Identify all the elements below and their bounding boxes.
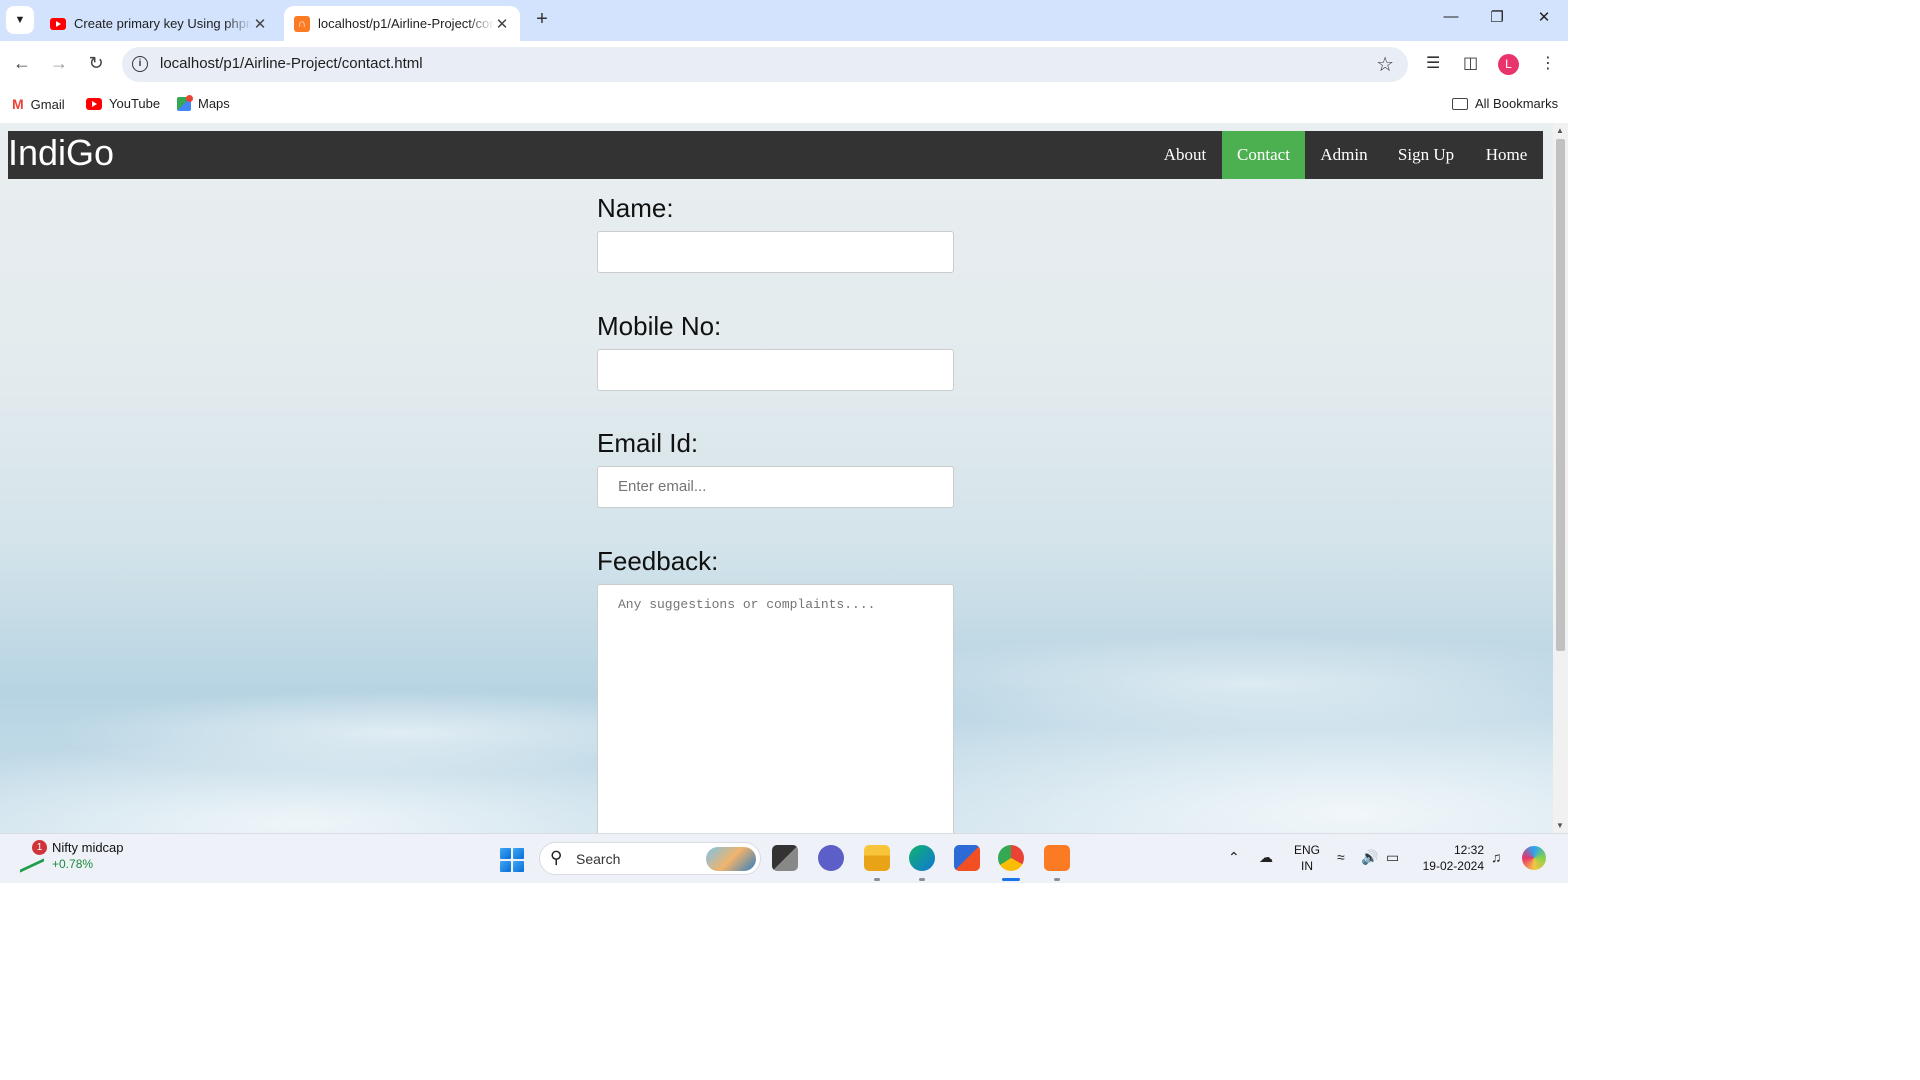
- new-tab-button[interactable]: +: [532, 8, 552, 31]
- email-field[interactable]: Enter email...: [597, 466, 954, 508]
- tab-title: localhost/p1/Airline-Project/contact.htm…: [318, 16, 494, 31]
- url-text[interactable]: localhost/p1/Airline-Project/contact.htm…: [160, 55, 423, 72]
- tab-search-button[interactable]: ▼: [6, 6, 34, 34]
- running-indicator: [919, 878, 925, 881]
- mobile-field[interactable]: [597, 349, 954, 391]
- edge-icon[interactable]: [909, 845, 935, 871]
- menu-kebab-icon[interactable]: ⋮: [1540, 53, 1556, 73]
- widget-title: Nifty midcap: [52, 840, 124, 855]
- widget-change: +0.78%: [52, 857, 94, 871]
- nav-home[interactable]: Home: [1470, 131, 1543, 179]
- nav-contact[interactable]: Contact: [1222, 131, 1305, 179]
- xampp-icon[interactable]: [1044, 845, 1070, 871]
- scroll-up-arrow-icon[interactable]: ▲: [1556, 126, 1564, 135]
- bookmark-label: YouTube: [109, 96, 161, 111]
- back-button[interactable]: ←: [10, 53, 34, 74]
- bookmark-gmail[interactable]: M Gmail: [12, 96, 65, 112]
- folder-icon: [1452, 97, 1468, 110]
- name-field[interactable]: [597, 231, 954, 273]
- site-info-icon[interactable]: i: [132, 56, 148, 72]
- search-highlight-image: [706, 847, 756, 871]
- restore-button[interactable]: ❐: [1482, 8, 1512, 26]
- stock-widget[interactable]: 1 Nifty midcap +0.78%: [20, 840, 124, 873]
- feedback-textarea[interactable]: Any suggestions or complaints....: [597, 584, 954, 833]
- search-icon: ⚲: [550, 848, 563, 867]
- file-explorer-icon[interactable]: [864, 845, 890, 871]
- chevron-up-icon[interactable]: ⌃: [1228, 849, 1240, 866]
- bookmark-youtube[interactable]: YouTube: [86, 96, 160, 111]
- task-view-icon[interactable]: [772, 845, 798, 871]
- wifi-icon[interactable]: ≈: [1337, 849, 1345, 865]
- nav-sign-up[interactable]: Sign Up: [1384, 131, 1468, 179]
- name-label: Name:: [597, 193, 674, 223]
- email-label: Email Id:: [597, 428, 699, 458]
- bookmark-label: Maps: [198, 96, 230, 111]
- browser-toolbar: ← → ↻ i localhost/p1/Airline-Project/con…: [0, 41, 1568, 88]
- store-icon[interactable]: [954, 845, 980, 871]
- browser-tab-strip: ▼ Create primary key Using phpmyadmin ✕ …: [0, 0, 1568, 41]
- address-bar[interactable]: i localhost/p1/Airline-Project/contact.h…: [122, 47, 1408, 82]
- chrome-icon[interactable]: [998, 845, 1024, 871]
- all-bookmarks-button[interactable]: All Bookmarks: [1452, 96, 1558, 111]
- site-navbar: IndiGo About Contact Admin Sign Up Home: [8, 131, 1543, 179]
- windows-taskbar: 1 Nifty midcap +0.78% ⚲ Search ⌃ ☁ ENG I…: [0, 833, 1568, 883]
- all-bookmarks-label: All Bookmarks: [1475, 96, 1559, 111]
- youtube-icon: [50, 17, 66, 30]
- tab-title: Create primary key Using phpmyadmin: [74, 16, 252, 31]
- xampp-icon: ∩: [294, 15, 310, 32]
- maps-icon: [177, 94, 193, 111]
- running-indicator: [874, 878, 880, 881]
- feedback-label: Feedback:: [597, 546, 719, 576]
- gmail-icon: M: [12, 96, 24, 112]
- profile-avatar[interactable]: L: [1498, 54, 1519, 75]
- notification-bell-icon[interactable]: ♫: [1491, 849, 1502, 865]
- nav-admin[interactable]: Admin: [1306, 131, 1382, 179]
- volume-icon[interactable]: 🔊: [1361, 849, 1378, 866]
- close-icon[interactable]: ✕: [494, 15, 510, 33]
- notification-badge: 1: [32, 840, 47, 855]
- time: 12:32: [1453, 843, 1484, 857]
- tab-youtube[interactable]: Create primary key Using phpmyadmin ✕: [40, 6, 278, 41]
- bookmarks-bar: M Gmail YouTube Maps All Bookmarks: [0, 88, 1568, 123]
- bookmark-star-icon[interactable]: ☆: [1376, 52, 1394, 77]
- close-icon[interactable]: ✕: [252, 15, 268, 33]
- battery-icon[interactable]: ▭: [1386, 849, 1399, 866]
- bookmark-label: Gmail: [30, 96, 65, 112]
- clock[interactable]: 12:32 19-02-2024: [1418, 842, 1484, 874]
- bookmark-maps[interactable]: Maps: [177, 94, 230, 111]
- youtube-icon: [86, 97, 102, 110]
- nav-about[interactable]: About: [1149, 131, 1221, 179]
- media-control-icon[interactable]: ☰: [1426, 53, 1440, 73]
- language-indicator[interactable]: ENG IN: [1294, 842, 1320, 874]
- onedrive-error-icon[interactable]: ☁: [1259, 849, 1273, 866]
- site-brand[interactable]: IndiGo: [8, 132, 114, 174]
- forward-button[interactable]: →: [47, 53, 71, 74]
- teams-chat-icon[interactable]: [818, 845, 844, 871]
- windows-start-icon[interactable]: [500, 848, 524, 872]
- mobile-label: Mobile No:: [597, 311, 722, 341]
- side-panel-icon[interactable]: ◫: [1463, 53, 1478, 73]
- scroll-down-arrow-icon[interactable]: ▼: [1556, 821, 1564, 830]
- taskbar-search[interactable]: ⚲ Search: [539, 842, 761, 875]
- lang-line1: ENG: [1294, 843, 1321, 857]
- minimize-button[interactable]: —: [1436, 8, 1466, 25]
- tab-contact-page[interactable]: ∩ localhost/p1/Airline-Project/contact.h…: [284, 6, 520, 41]
- stock-chart-icon: 1: [20, 840, 47, 873]
- copilot-icon[interactable]: [1522, 846, 1546, 870]
- scrollbar-thumb[interactable]: [1556, 139, 1565, 651]
- running-indicator: [1054, 878, 1060, 881]
- close-window-button[interactable]: ✕: [1529, 8, 1559, 26]
- search-label: Search: [576, 851, 621, 867]
- page-viewport: IndiGo About Contact Admin Sign Up Home …: [0, 123, 1568, 833]
- active-indicator: [1002, 878, 1020, 881]
- reload-button[interactable]: ↻: [84, 53, 108, 74]
- date: 19-02-2024: [1422, 859, 1484, 873]
- page-scrollbar[interactable]: ▲ ▼: [1553, 123, 1568, 833]
- lang-line2: IN: [1301, 859, 1313, 873]
